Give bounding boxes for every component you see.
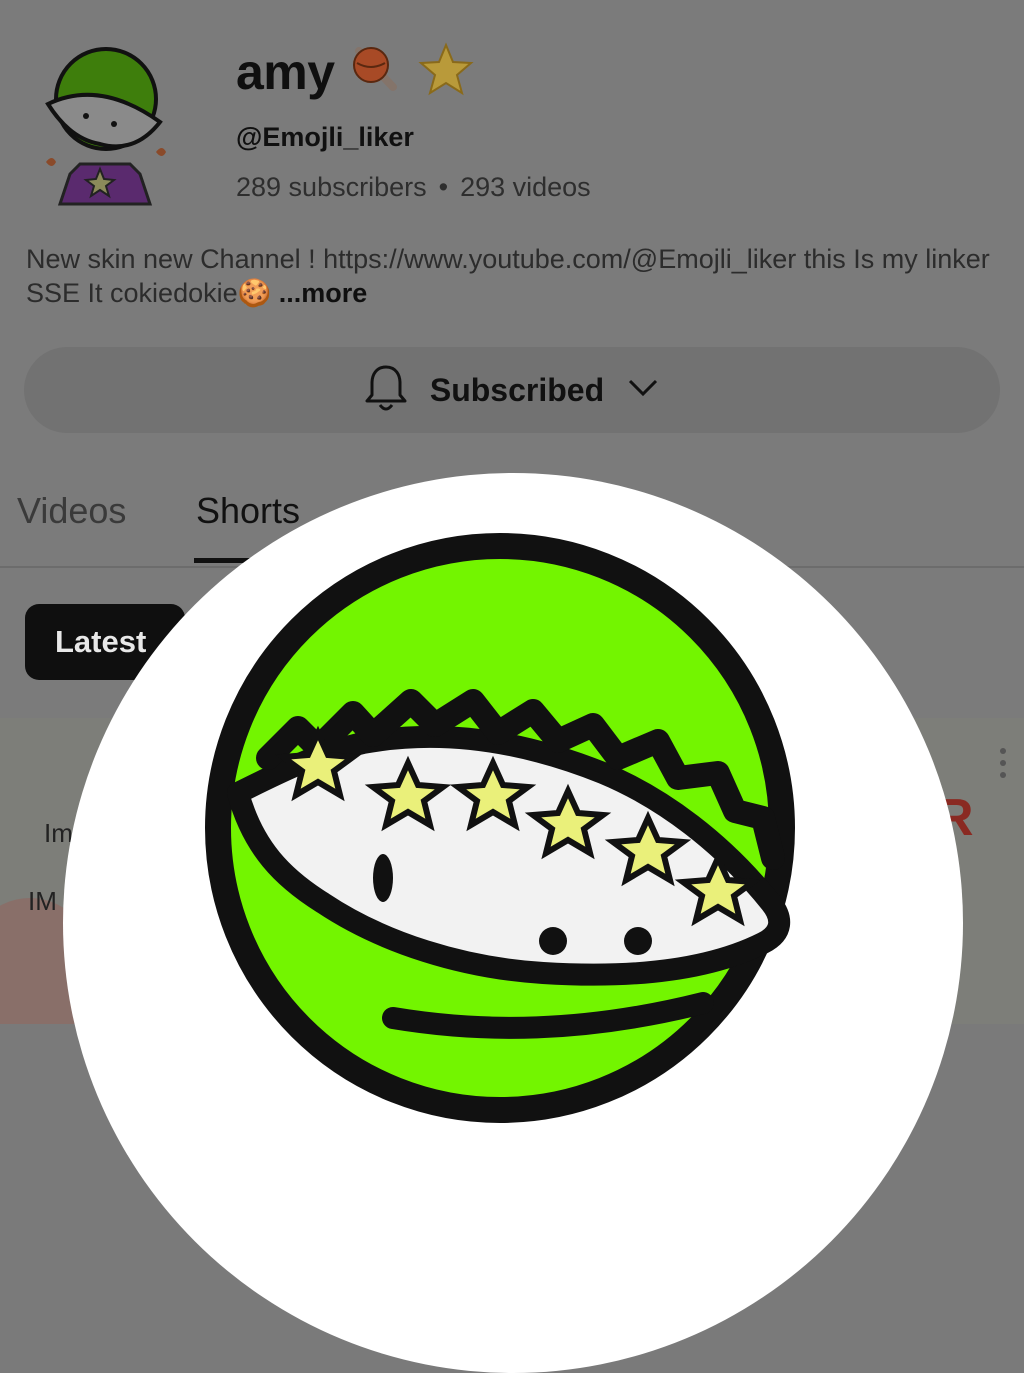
channel-handle: @Emojli_liker <box>236 122 414 152</box>
star-icon <box>417 41 475 103</box>
chevron-down-icon <box>626 377 660 404</box>
subscribed-button[interactable]: Subscribed <box>24 347 1000 433</box>
separator-dot: • <box>438 172 449 202</box>
channel-avatar[interactable] <box>40 44 170 209</box>
subscriber-count: 289 subscribers <box>236 172 427 202</box>
subscribed-label: Subscribed <box>429 371 605 408</box>
description-text: New skin new Channel ! https://www.youtu… <box>26 244 990 308</box>
avatar-large-image <box>205 533 795 1123</box>
more-link[interactable]: ...more <box>279 278 368 308</box>
channel-stats: 289 subscribers • 293 videos <box>236 172 591 203</box>
bell-icon <box>364 363 408 418</box>
thumbnail-text: IM <box>28 886 57 916</box>
avatar-zoom-overlay[interactable] <box>63 473 963 1373</box>
more-options-icon[interactable] <box>998 746 1008 780</box>
basketball-icon <box>349 43 403 102</box>
channel-name: amy <box>236 44 335 100</box>
channel-description[interactable]: New skin new Channel ! https://www.youtu… <box>26 242 1006 310</box>
channel-title-row: amy <box>236 40 475 104</box>
video-count: 293 videos <box>460 172 591 202</box>
